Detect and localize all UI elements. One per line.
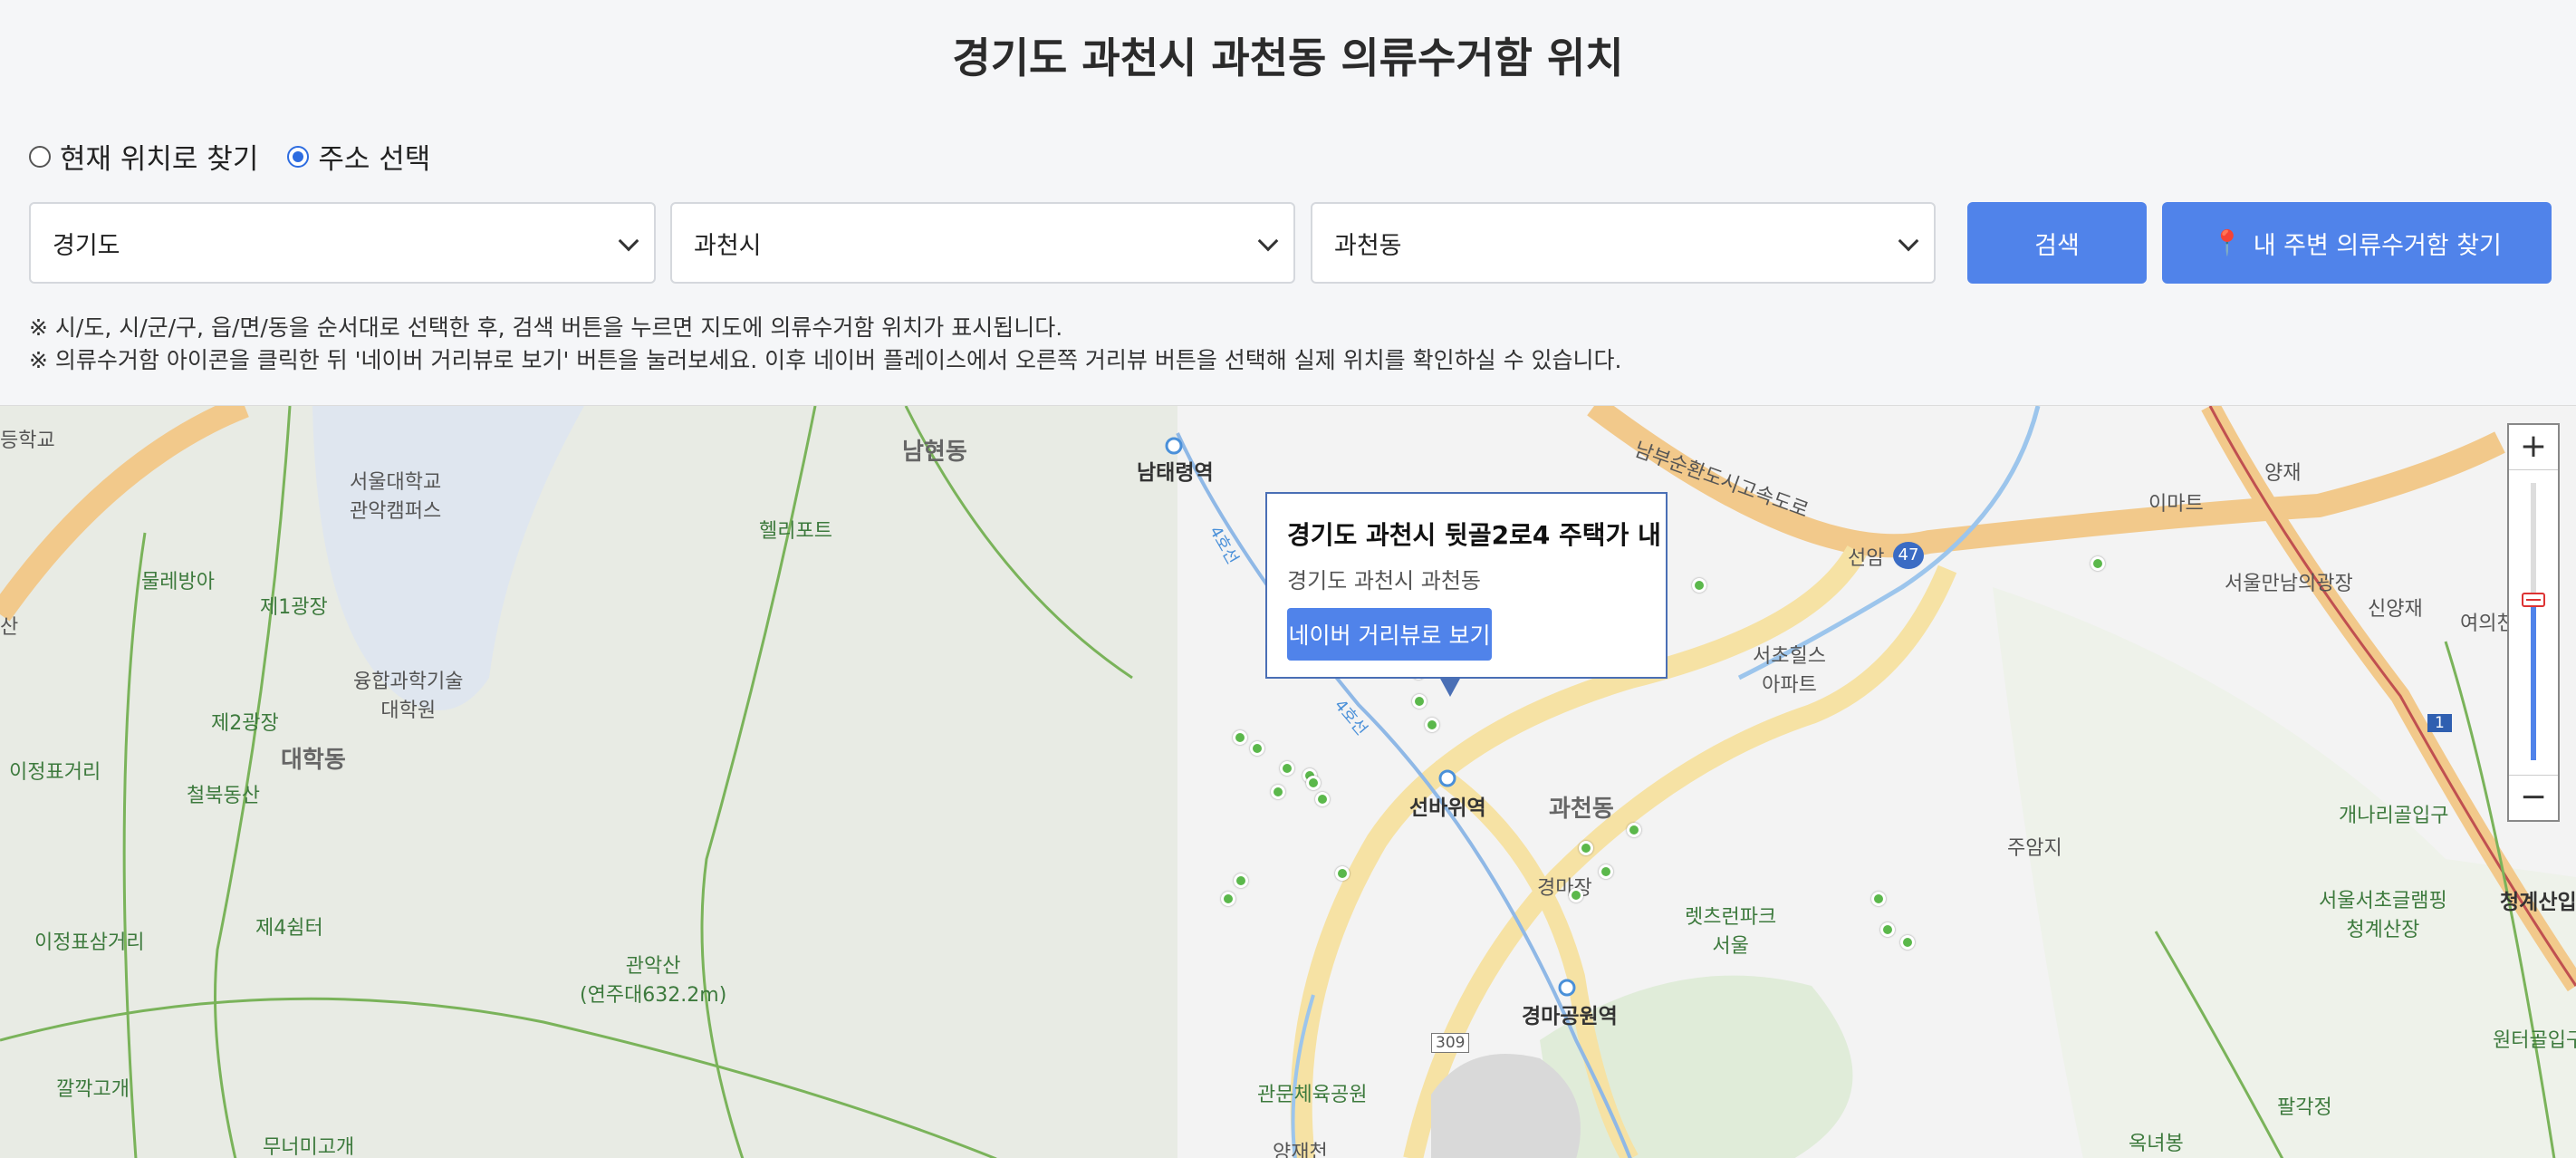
map-label: 팔각정 bbox=[2277, 1096, 2332, 1119]
map-label: 원터골입구 bbox=[2493, 1029, 2576, 1052]
streetview-button[interactable]: 네이버 거리뷰로 보기 bbox=[1287, 608, 1492, 661]
clothing-bin-marker[interactable] bbox=[1599, 864, 1613, 879]
chevron-down-icon bbox=[1257, 230, 1279, 252]
clothing-bin-marker[interactable] bbox=[1306, 776, 1321, 790]
clothing-bin-marker[interactable] bbox=[1234, 873, 1248, 888]
map-label: 철북동산 bbox=[187, 785, 260, 807]
clothing-bin-marker[interactable] bbox=[1335, 866, 1350, 881]
map-label: 이정표삼거리 bbox=[34, 931, 145, 954]
map-label: 서초힐스 아파트 bbox=[1753, 645, 1826, 697]
find-nearby-label: 내 주변 의류수거함 찾기 bbox=[2253, 231, 2502, 260]
search-button[interactable]: 검색 bbox=[1967, 202, 2147, 284]
address-select-label[interactable]: 주소 선택 bbox=[318, 136, 430, 177]
map-label: 융합과학기술 대학원 bbox=[353, 671, 464, 722]
clothing-bin-marker[interactable] bbox=[1315, 792, 1330, 806]
clothing-bin-marker[interactable] bbox=[1900, 935, 1915, 950]
map-label: 깔깍고개 bbox=[56, 1078, 130, 1101]
map-label: 선바위역 bbox=[1409, 796, 1486, 820]
zoom-in-button[interactable]: + bbox=[2509, 425, 2558, 470]
map-label: 등학교 bbox=[0, 429, 55, 452]
map-label: 서울서초글램핑 청계산장 bbox=[2319, 890, 2447, 941]
clothing-bin-marker[interactable] bbox=[2091, 556, 2105, 571]
zoom-slider-track[interactable] bbox=[2531, 483, 2536, 760]
map-label: 과천동 bbox=[1549, 796, 1614, 823]
province-value: 경기도 bbox=[53, 231, 120, 260]
instruction-line: ※ 의류수거함 아이콘을 클릭한 뒤 '네이버 거리뷰로 보기' 버튼을 눌러보… bbox=[29, 347, 1622, 373]
clothing-bin-marker[interactable] bbox=[1412, 694, 1427, 709]
map-label: 무너미고개 bbox=[263, 1136, 355, 1158]
map-label: 렛츠런파크 서울 bbox=[1685, 906, 1777, 958]
map-label: 관악산 (연주대632.2m) bbox=[580, 955, 727, 1007]
clothing-bin-marker[interactable] bbox=[1579, 841, 1593, 855]
pin-icon: 📍 bbox=[2212, 229, 2243, 257]
map-label: 제2광장 bbox=[211, 712, 279, 735]
clothing-bin-marker[interactable] bbox=[1569, 888, 1583, 902]
current-location-label[interactable]: 현재 위치로 찾기 bbox=[60, 136, 258, 177]
map-label: 헬리포트 bbox=[759, 520, 832, 543]
page-title: 경기도 과천시 과천동 의류수거함 위치 bbox=[952, 34, 1624, 82]
map-label: 서울대학교 관악캠퍼스 bbox=[350, 471, 442, 523]
clothing-bin-marker[interactable] bbox=[1233, 730, 1247, 745]
clothing-bin-marker[interactable] bbox=[1250, 741, 1264, 756]
header: 경기도 과천시 과천동 의류수거함 위치 현재 위치로 찾기 주소 선택 경기도… bbox=[0, 0, 2576, 405]
instructions: ※ 시/도, 시/군/구, 읍/면/동을 순서대로 선택한 후, 검색 버튼을 … bbox=[29, 312, 1621, 377]
address-select-radio[interactable] bbox=[287, 145, 310, 168]
map-label: 서울만남의광장 bbox=[2225, 573, 2353, 595]
clothing-bin-marker[interactable] bbox=[1871, 892, 1886, 906]
clothing-bin-marker[interactable] bbox=[1221, 892, 1235, 906]
map-label: 대학동 bbox=[281, 747, 346, 774]
map-label: 신양재 bbox=[2368, 598, 2423, 621]
zoom-out-button[interactable]: − bbox=[2509, 775, 2558, 820]
current-location-radio[interactable] bbox=[29, 145, 51, 168]
map-label: 경마장 bbox=[1537, 877, 1592, 900]
map-label: 옥녀봉 bbox=[2129, 1133, 2184, 1155]
chevron-down-icon bbox=[1898, 230, 1919, 252]
clothing-bin-marker[interactable] bbox=[1692, 578, 1706, 593]
map-label: 제1광장 bbox=[260, 596, 328, 619]
clothing-bin-marker[interactable] bbox=[1271, 785, 1285, 799]
chevron-down-icon bbox=[618, 230, 639, 252]
popup-title: 경기도 과천시 뒷골2로4 주택가 내 bbox=[1287, 520, 1661, 550]
map-label: 이정표거리 bbox=[9, 761, 101, 784]
city-value: 과천시 bbox=[694, 231, 762, 260]
map-label: 경마공원역 bbox=[1522, 1005, 1618, 1028]
province-select[interactable]: 경기도 bbox=[29, 202, 656, 284]
map-label: 이마트 bbox=[2148, 493, 2204, 516]
map-label: 개나리골입구 bbox=[2339, 805, 2449, 827]
route-47-badge: 47 bbox=[1893, 542, 1924, 569]
map-label: 관문체육공원 bbox=[1257, 1084, 1368, 1106]
map-label: 남현동 bbox=[902, 439, 967, 466]
instruction-line: ※ 시/도, 시/군/구, 읍/면/동을 순서대로 선택한 후, 검색 버튼을 … bbox=[29, 314, 1063, 341]
clothing-bin-marker[interactable] bbox=[1425, 718, 1439, 732]
district-value: 과천동 bbox=[1334, 231, 1402, 260]
map[interactable]: 남현동 남태령역 서울대학교 관악캠퍼스 헬리포트 제1광장 제2광장 융합과학… bbox=[0, 405, 2576, 1158]
map-label: 물레방아 bbox=[141, 571, 215, 593]
city-select[interactable]: 과천시 bbox=[670, 202, 1295, 284]
zoom-slider-fill bbox=[2531, 600, 2536, 760]
popup-address: 경기도 과천시 과천동 bbox=[1287, 568, 1481, 593]
map-label: 양재천 bbox=[1273, 1142, 1328, 1158]
clothing-bin-marker[interactable] bbox=[1280, 761, 1294, 776]
map-label: 청계산입 bbox=[2500, 891, 2576, 914]
search-mode-group: 현재 위치로 찾기 주소 선택 bbox=[29, 136, 459, 177]
map-label: 선암 bbox=[1848, 547, 1885, 570]
district-select[interactable]: 과천동 bbox=[1311, 202, 1936, 284]
map-label: 남태령역 bbox=[1137, 461, 1214, 485]
route-309-badge: 309 bbox=[1431, 1033, 1470, 1053]
map-label: 양재 bbox=[2264, 462, 2302, 485]
clothing-bin-marker[interactable] bbox=[1627, 823, 1641, 837]
clothing-bin-marker[interactable] bbox=[1880, 922, 1895, 937]
zoom-control: + − bbox=[2507, 423, 2560, 822]
route-1-badge: 1 bbox=[2427, 714, 2452, 732]
map-label: 제4쉼터 bbox=[255, 917, 323, 940]
map-label: 산 bbox=[0, 616, 19, 639]
zoom-slider-handle[interactable] bbox=[2522, 593, 2545, 607]
find-nearby-button[interactable]: 📍 내 주변 의류수거함 찾기 bbox=[2162, 202, 2552, 284]
marker-info-popup: 경기도 과천시 뒷골2로4 주택가 내 경기도 과천시 과천동 네이버 거리뷰로… bbox=[1265, 492, 1668, 697]
map-label: 주암지 bbox=[2007, 837, 2062, 860]
